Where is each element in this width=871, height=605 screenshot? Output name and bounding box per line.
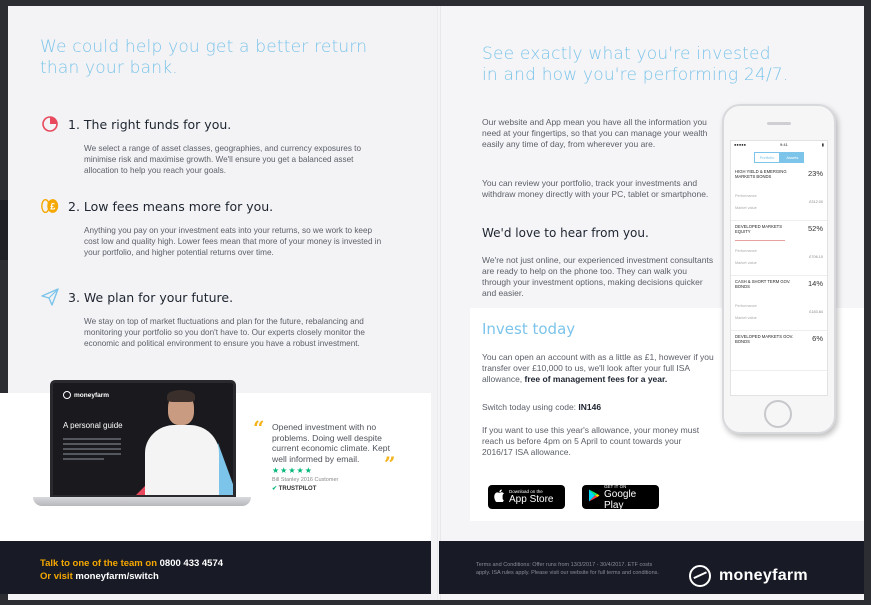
invest-today-heading: Invest today bbox=[482, 320, 576, 338]
laptop-screen-logo: moneyfarm bbox=[63, 391, 109, 399]
section-body: Anything you pay on your investment eats… bbox=[84, 226, 382, 257]
app-screen: ●●●●● 9:41 ▮ Portfolio Assets HIGH YIELD &… bbox=[730, 140, 828, 396]
asset-row: DEVELOPED MARKETS EQUITY 52% Performance… bbox=[731, 221, 827, 276]
asset-row: HIGH YIELD & EMERGING MARKETS BONDS 23% … bbox=[731, 166, 827, 221]
love-to-hear-heading: We'd love to hear from you. bbox=[482, 226, 649, 240]
google-play-button[interactable]: GET IT ON Google Play bbox=[582, 484, 659, 511]
close-quote-icon: ” bbox=[384, 452, 396, 476]
person-hair bbox=[167, 390, 195, 402]
section-right-funds: 1. The right funds for you. We select a … bbox=[40, 114, 385, 176]
invest-offer-paragraph: You can open an account with as a little… bbox=[482, 352, 714, 384]
review-portfolio-paragraph: You can review your portfolio, track you… bbox=[482, 178, 709, 199]
right-page-title: See exactly what you're invested in and … bbox=[482, 44, 789, 85]
app-tabs: Portfolio Assets bbox=[731, 152, 827, 163]
website-link[interactable]: moneyfarm/switch bbox=[75, 571, 158, 582]
smartphone-image: ●●●●● 9:41 ▮ Portfolio Assets HIGH YIELD &… bbox=[722, 104, 836, 434]
section-title: 3. We plan for your future. bbox=[68, 289, 234, 305]
moneyfarm-logo: moneyfarm bbox=[689, 565, 808, 587]
asset-row: CASH & SHORT TERM GOV. BONDS 14% Perform… bbox=[731, 276, 827, 331]
moneyfarm-logo-icon bbox=[689, 565, 711, 587]
section-plan-future: 3. We plan for your future. We stay on t… bbox=[40, 287, 385, 349]
paper-plane-icon bbox=[40, 287, 60, 307]
consultants-paragraph: We're not just online, our experienced i… bbox=[482, 255, 714, 298]
section-title: 2. Low fees means more for you. bbox=[68, 198, 274, 214]
phone-status-bar: ●●●●● 9:41 ▮ bbox=[734, 142, 824, 147]
laptop-screen-title: A personal guide bbox=[63, 421, 123, 430]
apple-icon bbox=[494, 489, 505, 505]
contact-callout: Talk to one of the team on 0800 433 4574… bbox=[40, 558, 224, 582]
section-title: 1. The right funds for you. bbox=[68, 116, 232, 132]
laptop-base bbox=[33, 497, 251, 506]
section-body: We select a range of asset classes, geog… bbox=[84, 144, 362, 175]
website-app-paragraph: Our website and App mean you have all th… bbox=[482, 117, 708, 149]
asset-row: DEVELOPED MARKETS GOV. BONDS 6% bbox=[731, 331, 827, 371]
section-low-fees: £ 2. Low fees means more for you. Anythi… bbox=[40, 196, 385, 258]
background-edge bbox=[0, 200, 8, 260]
person-torso bbox=[145, 425, 219, 495]
page-fold bbox=[437, 6, 441, 600]
section-body: We stay on top of market fluctuations an… bbox=[84, 317, 365, 348]
pie-chart-icon bbox=[40, 114, 60, 134]
pound-coins-icon: £ bbox=[40, 196, 60, 216]
customer-review: “ Opened investment with no problems. Do… bbox=[253, 418, 406, 492]
phone-home-button bbox=[764, 400, 792, 428]
laptop-image: moneyfarm A personal guide bbox=[50, 380, 236, 498]
google-play-icon bbox=[588, 489, 600, 505]
laptop-screen-text-lines bbox=[63, 438, 121, 463]
trustpilot-logo: ✔ TRUSTPILOT bbox=[272, 486, 317, 492]
tab-portfolio[interactable]: Portfolio bbox=[753, 152, 781, 163]
tab-assets[interactable]: Assets bbox=[780, 152, 805, 163]
isa-deadline-paragraph: If you want to use this year's allowance… bbox=[482, 425, 700, 457]
svg-text:£: £ bbox=[50, 202, 55, 212]
switch-code-line: Switch today using code: IN146 bbox=[482, 402, 602, 412]
promo-code: IN146 bbox=[578, 402, 602, 412]
phone-speaker bbox=[767, 122, 791, 125]
phone-number[interactable]: 0800 433 4574 bbox=[160, 558, 223, 569]
review-author: Bill Stanley 2016 Customer bbox=[272, 477, 339, 483]
app-store-button[interactable]: Download on the App Store bbox=[488, 485, 565, 509]
terms-and-conditions: Terms and Conditions: Offer runs from 13… bbox=[476, 562, 659, 576]
left-page-title: We could help you get a better return th… bbox=[40, 37, 368, 78]
open-quote-icon: “ bbox=[253, 416, 265, 440]
